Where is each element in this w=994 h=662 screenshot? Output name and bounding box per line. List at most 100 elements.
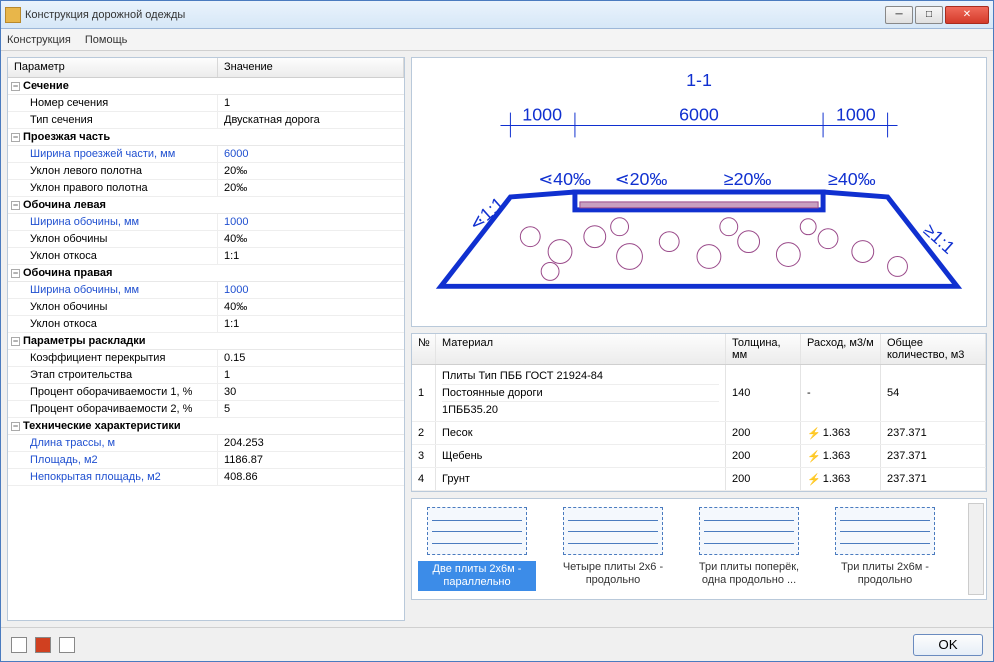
titlebar: Конструкция дорожной одежды ─ □ ✕ xyxy=(1,1,993,29)
mat-col-thickness[interactable]: Толщина, мм xyxy=(726,334,801,364)
prop-label: Ширина проезжей части, мм xyxy=(8,146,218,162)
property-grid: Параметр Значение −СечениеНомер сечения1… xyxy=(7,57,405,621)
prop-row[interactable]: Непокрытая площадь, м2408.86 xyxy=(8,469,404,486)
pattern-option[interactable]: Две плиты 2х6м - параллельно xyxy=(418,507,536,591)
prop-value[interactable]: 204.253 xyxy=(218,435,404,451)
mat-col-qty[interactable]: Общее количество, м3 xyxy=(881,334,986,364)
group-Проезжая часть[interactable]: −Проезжая часть xyxy=(8,129,404,146)
prop-value[interactable]: 1 xyxy=(218,95,404,111)
prop-value[interactable]: 20‰ xyxy=(218,163,404,179)
app-window: Конструкция дорожной одежды ─ □ ✕ Констр… xyxy=(0,0,994,662)
bolt-icon: ⚡ xyxy=(807,450,821,463)
section-label: 1-1 xyxy=(686,70,712,90)
footer: OK xyxy=(1,627,993,661)
material-row[interactable]: 3Щебень200⚡1.363237.371 xyxy=(412,445,986,468)
svg-text:6000: 6000 xyxy=(679,105,719,125)
bolt-icon: ⚡ xyxy=(807,473,821,486)
prop-row[interactable]: Ширина обочины, мм1000 xyxy=(8,214,404,231)
minimize-button[interactable]: ─ xyxy=(885,6,913,24)
prop-row[interactable]: Этап строительства1 xyxy=(8,367,404,384)
prop-row[interactable]: Процент оборачиваемости 2, %5 xyxy=(8,401,404,418)
group-Обочина левая[interactable]: −Обочина левая xyxy=(8,197,404,214)
prop-value[interactable]: Двускатная дорога xyxy=(218,112,404,128)
mat-col-n[interactable]: № xyxy=(412,334,436,364)
prop-label: Уклон откоса xyxy=(8,248,218,264)
prop-value[interactable]: 30 xyxy=(218,384,404,400)
prop-value[interactable]: 1186.87 xyxy=(218,452,404,468)
material-row[interactable]: 1Плиты Тип ПББ ГОСТ 21924-84Постоянные д… xyxy=(412,365,986,422)
material-row[interactable]: 2Песок200⚡1.363237.371 xyxy=(412,422,986,445)
prop-value[interactable]: 1 xyxy=(218,367,404,383)
pattern-option[interactable]: Три плиты поперёк, одна продольно ... xyxy=(690,507,808,591)
prop-row[interactable]: Уклон обочины40‰ xyxy=(8,299,404,316)
prop-row[interactable]: Длина трассы, м204.253 xyxy=(8,435,404,452)
pattern-label: Две плиты 2х6м - параллельно xyxy=(418,561,536,591)
close-button[interactable]: ✕ xyxy=(945,6,989,24)
prop-label: Тип сечения xyxy=(8,112,218,128)
prop-label: Процент оборачиваемости 2, % xyxy=(8,401,218,417)
group-Технические характеристики[interactable]: −Технические характеристики xyxy=(8,418,404,435)
prop-row[interactable]: Ширина проезжей части, мм6000 xyxy=(8,146,404,163)
gallery-scrollbar[interactable] xyxy=(968,503,984,595)
group-Параметры раскладки[interactable]: −Параметры раскладки xyxy=(8,333,404,350)
mat-col-material[interactable]: Материал xyxy=(436,334,726,364)
prop-label: Уклон левого полотна xyxy=(8,163,218,179)
prop-value[interactable]: 1000 xyxy=(218,282,404,298)
svg-text:⋖40‰: ⋖40‰ xyxy=(538,169,591,189)
prop-value[interactable]: 0.15 xyxy=(218,350,404,366)
prop-row[interactable]: Уклон откоса1:1 xyxy=(8,248,404,265)
prop-value[interactable]: 5 xyxy=(218,401,404,417)
prop-row[interactable]: Уклон обочины40‰ xyxy=(8,231,404,248)
pattern-option[interactable]: Четыре плиты 2х6 - продольно xyxy=(554,507,672,591)
pattern-label: Четыре плиты 2х6 - продольно xyxy=(554,561,672,587)
cross-section-diagram: 1-1 1000 6000 1000 ⋖40‰ ⋖20‰ ≥20‰ ≥40‰ ⋖… xyxy=(411,57,987,327)
svg-text:≥40‰: ≥40‰ xyxy=(828,169,876,189)
svg-text:≥20‰: ≥20‰ xyxy=(724,169,772,189)
prop-row[interactable]: Тип сеченияДвускатная дорога xyxy=(8,112,404,129)
prop-value[interactable]: 20‰ xyxy=(218,180,404,196)
prop-row[interactable]: Процент оборачиваемости 1, %30 xyxy=(8,384,404,401)
bolt-icon: ⚡ xyxy=(807,427,821,440)
prop-row[interactable]: Коэффициент перекрытия0.15 xyxy=(8,350,404,367)
app-icon xyxy=(5,7,21,23)
prop-label: Непокрытая площадь, м2 xyxy=(8,469,218,485)
group-Сечение[interactable]: −Сечение xyxy=(8,78,404,95)
group-Обочина правая[interactable]: −Обочина правая xyxy=(8,265,404,282)
prop-row[interactable]: Уклон правого полотна20‰ xyxy=(8,180,404,197)
prop-row[interactable]: Уклон левого полотна20‰ xyxy=(8,163,404,180)
prop-value[interactable]: 40‰ xyxy=(218,299,404,315)
prop-label: Коэффициент перекрытия xyxy=(8,350,218,366)
prop-row[interactable]: Площадь, м21186.87 xyxy=(8,452,404,469)
menu-item-help[interactable]: Помощь xyxy=(85,34,128,46)
svg-text:1000: 1000 xyxy=(522,105,562,125)
prop-label: Уклон правого полотна xyxy=(8,180,218,196)
menu-item-construction[interactable]: Конструкция xyxy=(7,34,71,46)
prop-value[interactable]: 6000 xyxy=(218,146,404,162)
prop-label: Номер сечения xyxy=(8,95,218,111)
footer-icon-1[interactable] xyxy=(11,637,27,653)
window-title: Конструкция дорожной одежды xyxy=(25,9,885,21)
maximize-button[interactable]: □ xyxy=(915,6,943,24)
pattern-option[interactable]: Три плиты 2х6м - продольно xyxy=(826,507,944,591)
prop-row[interactable]: Ширина обочины, мм1000 xyxy=(8,282,404,299)
footer-icon-2[interactable] xyxy=(35,637,51,653)
ok-button[interactable]: OK xyxy=(913,634,983,656)
prop-value[interactable]: 1000 xyxy=(218,214,404,230)
col-header-param[interactable]: Параметр xyxy=(8,58,218,77)
prop-value[interactable]: 408.86 xyxy=(218,469,404,485)
materials-table: № Материал Толщина, мм Расход, м3/м Обще… xyxy=(411,333,987,492)
material-row[interactable]: 4Грунт200⚡1.363237.371 xyxy=(412,468,986,491)
prop-row[interactable]: Номер сечения1 xyxy=(8,95,404,112)
pattern-label: Три плиты поперёк, одна продольно ... xyxy=(690,561,808,587)
prop-value[interactable]: 1:1 xyxy=(218,248,404,264)
pattern-thumb xyxy=(427,507,527,555)
prop-label: Ширина обочины, мм xyxy=(8,214,218,230)
prop-value[interactable]: 40‰ xyxy=(218,231,404,247)
col-header-value[interactable]: Значение xyxy=(218,58,404,77)
footer-icon-3[interactable] xyxy=(59,637,75,653)
mat-col-rate[interactable]: Расход, м3/м xyxy=(801,334,881,364)
prop-label: Ширина обочины, мм xyxy=(8,282,218,298)
pattern-thumb xyxy=(835,507,935,555)
prop-value[interactable]: 1:1 xyxy=(218,316,404,332)
prop-row[interactable]: Уклон откоса1:1 xyxy=(8,316,404,333)
